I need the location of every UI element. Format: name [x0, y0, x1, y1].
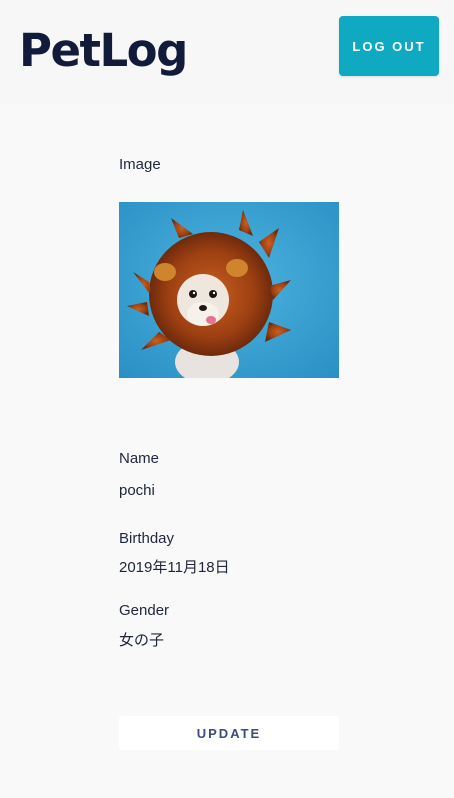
birthday-label: Birthday [119, 530, 175, 547]
app-logo: PetLog [19, 24, 188, 77]
gender-label: Gender [119, 602, 170, 619]
birthday-value: 2019年11月18日 [119, 559, 230, 576]
update-button[interactable]: UPDATE [119, 716, 339, 750]
pet-photo [119, 202, 339, 378]
app-header: PetLog LOG OUT [0, 0, 454, 104]
name-label: Name [119, 450, 160, 467]
image-label: Image [119, 156, 161, 173]
gender-value: 女の子 [119, 632, 165, 649]
name-value: pochi [119, 482, 155, 499]
logout-button[interactable]: LOG OUT [339, 16, 439, 76]
